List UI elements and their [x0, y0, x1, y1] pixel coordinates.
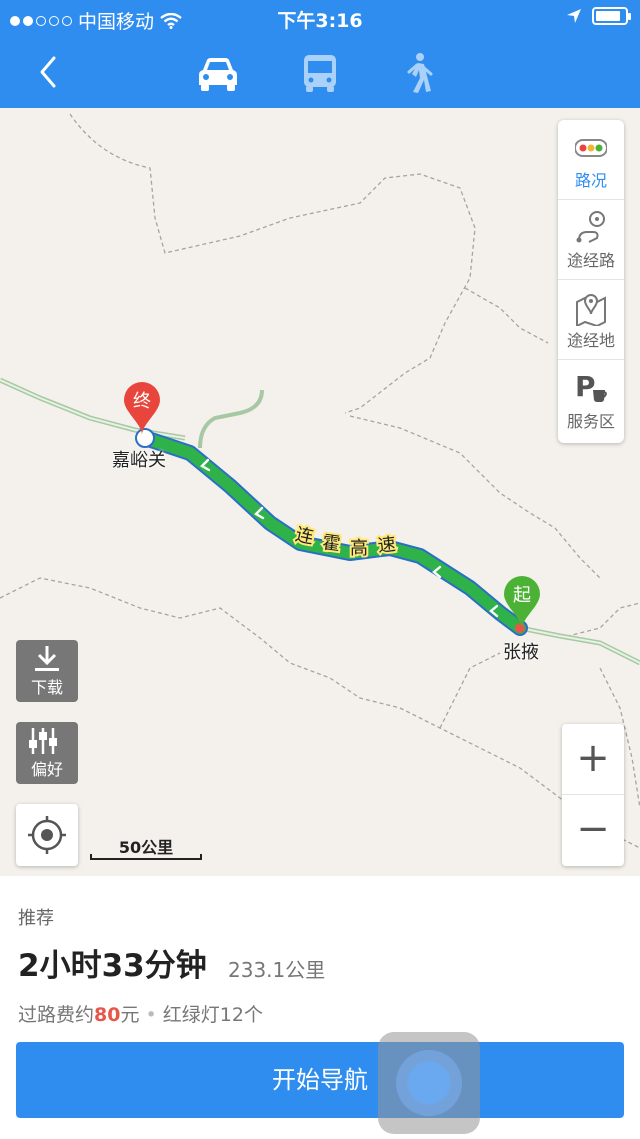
crosshair-icon: [28, 816, 66, 854]
start-city-label: 张掖: [503, 642, 539, 663]
via-place-label: 途经地: [566, 331, 615, 350]
bus-mode-tab[interactable]: [295, 50, 345, 96]
via-road-label: 途经路: [566, 251, 615, 270]
status-time: 下午3:16: [277, 10, 363, 32]
end-city-label: 嘉峪关: [112, 450, 166, 471]
via-place-button[interactable]: 途经地: [558, 280, 624, 360]
traffic-light-icon: [575, 139, 607, 157]
toll-unit: 元: [120, 1004, 140, 1026]
car-mode-tab[interactable]: [193, 50, 243, 96]
assistive-touch-button[interactable]: [378, 1032, 480, 1134]
route-summary-card: 推荐 2小时33分钟 233.1公里 过路费约80元 • 红绿灯12个 开始导航: [0, 876, 640, 1139]
map-pin-icon: [576, 294, 606, 326]
route-info: 过路费约80元 • 红绿灯12个: [18, 1000, 263, 1027]
info-separator: •: [145, 1004, 157, 1026]
zoom-out-button[interactable]: −: [562, 795, 624, 866]
download-label: 下载: [30, 678, 63, 697]
zoom-controls: + −: [562, 724, 624, 866]
start-navigation-button[interactable]: 开始导航: [16, 1042, 624, 1118]
zoom-in-button[interactable]: +: [562, 724, 624, 795]
download-button[interactable]: 下载: [16, 640, 78, 702]
traffic-lights-count: 红绿灯12个: [162, 1004, 263, 1026]
end-pin-label: 终: [133, 391, 151, 412]
toll-prefix: 过路费约: [18, 1004, 95, 1026]
assistive-touch-icon: [396, 1050, 462, 1116]
via-road-button[interactable]: 途经路: [558, 200, 624, 280]
recommend-label: 推荐: [18, 908, 54, 929]
route-duration: 2小时33分钟: [18, 948, 207, 984]
back-button[interactable]: [26, 48, 74, 96]
top-bar: 中国移动 下午3:16: [0, 0, 640, 108]
battery-icon: [592, 7, 631, 25]
svg-text:高: 高: [350, 538, 368, 559]
service-area-label: 服务区: [566, 412, 615, 431]
map-canvas: 连 霍 高 速: [0, 113, 640, 849]
sliders-icon: [29, 728, 57, 754]
route-via-icon: [576, 211, 605, 243]
preference-label: 偏好: [30, 760, 63, 779]
svg-text:霍: 霍: [321, 532, 342, 555]
download-icon: [35, 646, 59, 671]
svg-text:P: P: [575, 370, 596, 403]
svg-text:速: 速: [377, 534, 397, 557]
start-pin-label: 起: [513, 585, 531, 606]
parking-cafe-icon: P: [575, 370, 607, 403]
route-mode-bar: [0, 40, 640, 108]
map-tools-panel: 路况 途经路 途经地 P 服务区: [558, 120, 624, 443]
status-bar: 中国移动 下午3:16: [0, 0, 640, 36]
map-scale: 50公里: [90, 834, 202, 864]
start-pin[interactable]: 起: [502, 574, 546, 632]
location-arrow-icon: [567, 9, 581, 23]
locate-button[interactable]: [16, 804, 78, 866]
preference-button[interactable]: 偏好: [16, 722, 78, 784]
scale-bar: [90, 854, 202, 860]
service-area-button[interactable]: P 服务区: [558, 360, 624, 440]
traffic-label: 路况: [574, 171, 607, 190]
walk-mode-tab[interactable]: [393, 50, 443, 96]
toll-value: 80: [94, 1004, 121, 1026]
end-pin[interactable]: 终: [122, 380, 166, 438]
traffic-toggle[interactable]: 路况: [558, 120, 624, 200]
map-view[interactable]: 连 霍 高 速 终 嘉峪关 起 张掖 路况 途经路 途经地 P 服务区 下载 偏…: [0, 108, 640, 876]
route-distance: 233.1公里: [228, 958, 326, 982]
